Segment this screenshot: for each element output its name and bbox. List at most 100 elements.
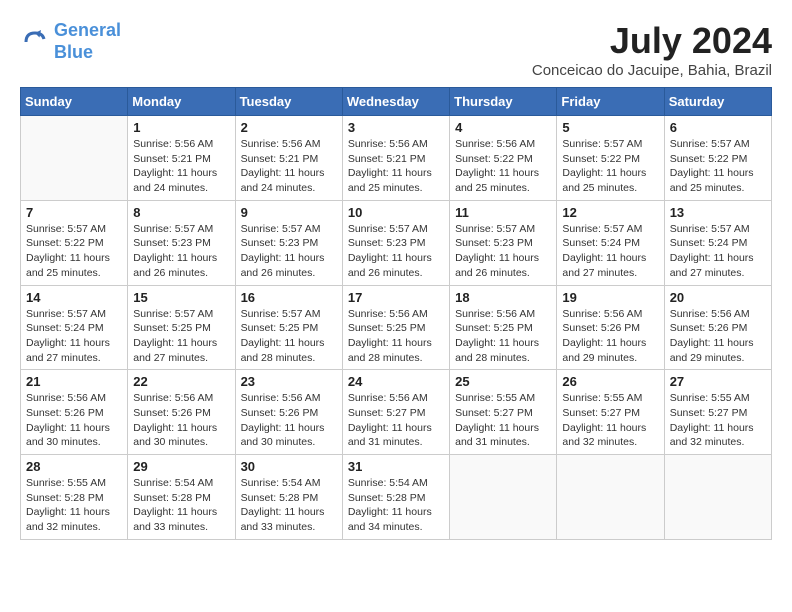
day-info: Sunrise: 5:56 AMSunset: 5:26 PMDaylight:… <box>241 391 337 450</box>
day-number: 6 <box>670 120 766 135</box>
day-number: 13 <box>670 205 766 220</box>
day-info: Sunrise: 5:54 AMSunset: 5:28 PMDaylight:… <box>348 476 444 535</box>
day-number: 28 <box>26 459 122 474</box>
calendar-week-row: 28 Sunrise: 5:55 AMSunset: 5:28 PMDayligh… <box>21 455 772 540</box>
day-info: Sunrise: 5:56 AMSunset: 5:26 PMDaylight:… <box>26 391 122 450</box>
day-info: Sunrise: 5:56 AMSunset: 5:25 PMDaylight:… <box>455 307 551 366</box>
day-info: Sunrise: 5:57 AMSunset: 5:22 PMDaylight:… <box>670 137 766 196</box>
day-info: Sunrise: 5:57 AMSunset: 5:24 PMDaylight:… <box>26 307 122 366</box>
day-info: Sunrise: 5:55 AMSunset: 5:27 PMDaylight:… <box>670 391 766 450</box>
day-info: Sunrise: 5:56 AMSunset: 5:21 PMDaylight:… <box>241 137 337 196</box>
calendar-cell: 30 Sunrise: 5:54 AMSunset: 5:28 PMDayligh… <box>235 455 342 540</box>
day-info: Sunrise: 5:57 AMSunset: 5:25 PMDaylight:… <box>133 307 229 366</box>
day-number: 11 <box>455 205 551 220</box>
day-number: 25 <box>455 374 551 389</box>
day-info: Sunrise: 5:57 AMSunset: 5:25 PMDaylight:… <box>241 307 337 366</box>
calendar-cell: 16Sunrise: 5:57 AMSunset: 5:25 PMDayligh… <box>235 285 342 370</box>
calendar-cell: 23 Sunrise: 5:56 AMSunset: 5:26 PMDayligh… <box>235 370 342 455</box>
calendar-cell <box>664 455 771 540</box>
calendar-cell: 25 Sunrise: 5:55 AMSunset: 5:27 PMDayligh… <box>450 370 557 455</box>
logo-line2: Blue <box>54 42 93 62</box>
calendar-table: SundayMondayTuesdayWednesdayThursdayFrid… <box>20 87 772 540</box>
day-number: 26 <box>562 374 658 389</box>
day-info: Sunrise: 5:55 AMSunset: 5:27 PMDaylight:… <box>562 391 658 450</box>
calendar-cell: 26 Sunrise: 5:55 AMSunset: 5:27 PMDayligh… <box>557 370 664 455</box>
calendar-cell: 21 Sunrise: 5:56 AMSunset: 5:26 PMDayligh… <box>21 370 128 455</box>
calendar-cell: 14 Sunrise: 5:57 AMSunset: 5:24 PMDayligh… <box>21 285 128 370</box>
calendar-cell: 2 Sunrise: 5:56 AMSunset: 5:21 PMDaylight… <box>235 116 342 201</box>
day-number: 21 <box>26 374 122 389</box>
day-number: 31 <box>348 459 444 474</box>
weekday-header: Friday <box>557 88 664 116</box>
day-info: Sunrise: 5:57 AMSunset: 5:23 PMDaylight:… <box>241 222 337 281</box>
day-number: 27 <box>670 374 766 389</box>
calendar-cell: 7 Sunrise: 5:57 AMSunset: 5:22 PMDaylight… <box>21 200 128 285</box>
day-info: Sunrise: 5:56 AMSunset: 5:27 PMDaylight:… <box>348 391 444 450</box>
weekday-header: Wednesday <box>342 88 449 116</box>
day-number: 24 <box>348 374 444 389</box>
day-number: 19 <box>562 290 658 305</box>
day-info: Sunrise: 5:57 AMSunset: 5:23 PMDaylight:… <box>455 222 551 281</box>
day-number: 7 <box>26 205 122 220</box>
calendar-cell: 6 Sunrise: 5:57 AMSunset: 5:22 PMDaylight… <box>664 116 771 201</box>
calendar-cell: 11 Sunrise: 5:57 AMSunset: 5:23 PMDayligh… <box>450 200 557 285</box>
day-number: 18 <box>455 290 551 305</box>
location: Conceicao do Jacuipe, Bahia, Brazil <box>532 62 772 79</box>
day-info: Sunrise: 5:54 AMSunset: 5:28 PMDaylight:… <box>133 476 229 535</box>
calendar-cell: 28 Sunrise: 5:55 AMSunset: 5:28 PMDayligh… <box>21 455 128 540</box>
calendar-cell <box>557 455 664 540</box>
day-info: Sunrise: 5:56 AMSunset: 5:26 PMDaylight:… <box>562 307 658 366</box>
day-number: 23 <box>241 374 337 389</box>
day-info: Sunrise: 5:56 AMSunset: 5:26 PMDaylight:… <box>133 391 229 450</box>
day-number: 14 <box>26 290 122 305</box>
day-number: 2 <box>241 120 337 135</box>
calendar-header-row: SundayMondayTuesdayWednesdayThursdayFrid… <box>21 88 772 116</box>
calendar-cell: 24 Sunrise: 5:56 AMSunset: 5:27 PMDayligh… <box>342 370 449 455</box>
day-info: Sunrise: 5:55 AMSunset: 5:28 PMDaylight:… <box>26 476 122 535</box>
calendar-cell: 19 Sunrise: 5:56 AMSunset: 5:26 PMDayligh… <box>557 285 664 370</box>
day-info: Sunrise: 5:57 AMSunset: 5:22 PMDaylight:… <box>562 137 658 196</box>
day-info: Sunrise: 5:56 AMSunset: 5:26 PMDaylight:… <box>670 307 766 366</box>
calendar-cell: 8Sunrise: 5:57 AMSunset: 5:23 PMDaylight… <box>128 200 235 285</box>
day-number: 12 <box>562 205 658 220</box>
day-number: 10 <box>348 205 444 220</box>
day-info: Sunrise: 5:57 AMSunset: 5:24 PMDaylight:… <box>562 222 658 281</box>
day-number: 22 <box>133 374 229 389</box>
calendar-cell: 20Sunrise: 5:56 AMSunset: 5:26 PMDayligh… <box>664 285 771 370</box>
day-number: 9 <box>241 205 337 220</box>
calendar-cell: 5 Sunrise: 5:57 AMSunset: 5:22 PMDaylight… <box>557 116 664 201</box>
day-number: 15 <box>133 290 229 305</box>
day-number: 3 <box>348 120 444 135</box>
calendar-cell: 27 Sunrise: 5:55 AMSunset: 5:27 PMDayligh… <box>664 370 771 455</box>
day-info: Sunrise: 5:57 AMSunset: 5:22 PMDaylight:… <box>26 222 122 281</box>
day-info: Sunrise: 5:55 AMSunset: 5:27 PMDaylight:… <box>455 391 551 450</box>
calendar-cell: 15 Sunrise: 5:57 AMSunset: 5:25 PMDayligh… <box>128 285 235 370</box>
day-number: 17 <box>348 290 444 305</box>
calendar-cell: 17 Sunrise: 5:56 AMSunset: 5:25 PMDayligh… <box>342 285 449 370</box>
day-number: 1 <box>133 120 229 135</box>
weekday-header: Thursday <box>450 88 557 116</box>
day-number: 5 <box>562 120 658 135</box>
day-number: 29 <box>133 459 229 474</box>
day-info: Sunrise: 5:56 AMSunset: 5:21 PMDaylight:… <box>133 137 229 196</box>
calendar-cell: 12 Sunrise: 5:57 AMSunset: 5:24 PMDayligh… <box>557 200 664 285</box>
logo-icon <box>20 27 50 57</box>
calendar-cell: 10Sunrise: 5:57 AMSunset: 5:23 PMDayligh… <box>342 200 449 285</box>
logo: General Blue <box>20 20 121 63</box>
calendar-cell: 18 Sunrise: 5:56 AMSunset: 5:25 PMDayligh… <box>450 285 557 370</box>
day-number: 30 <box>241 459 337 474</box>
calendar-cell: 3Sunrise: 5:56 AMSunset: 5:21 PMDaylight… <box>342 116 449 201</box>
calendar-cell: 31 Sunrise: 5:54 AMSunset: 5:28 PMDayligh… <box>342 455 449 540</box>
day-info: Sunrise: 5:54 AMSunset: 5:28 PMDaylight:… <box>241 476 337 535</box>
logo-text: General Blue <box>54 20 121 63</box>
calendar-cell: 29 Sunrise: 5:54 AMSunset: 5:28 PMDayligh… <box>128 455 235 540</box>
calendar-cell: 4Sunrise: 5:56 AMSunset: 5:22 PMDaylight… <box>450 116 557 201</box>
calendar-cell <box>21 116 128 201</box>
weekday-header: Monday <box>128 88 235 116</box>
day-number: 8 <box>133 205 229 220</box>
calendar-week-row: 1 Sunrise: 5:56 AMSunset: 5:21 PMDaylight… <box>21 116 772 201</box>
calendar-week-row: 14 Sunrise: 5:57 AMSunset: 5:24 PMDayligh… <box>21 285 772 370</box>
month-title: July 2024 <box>532 20 772 62</box>
day-info: Sunrise: 5:56 AMSunset: 5:25 PMDaylight:… <box>348 307 444 366</box>
logo-line1: General <box>54 20 121 40</box>
